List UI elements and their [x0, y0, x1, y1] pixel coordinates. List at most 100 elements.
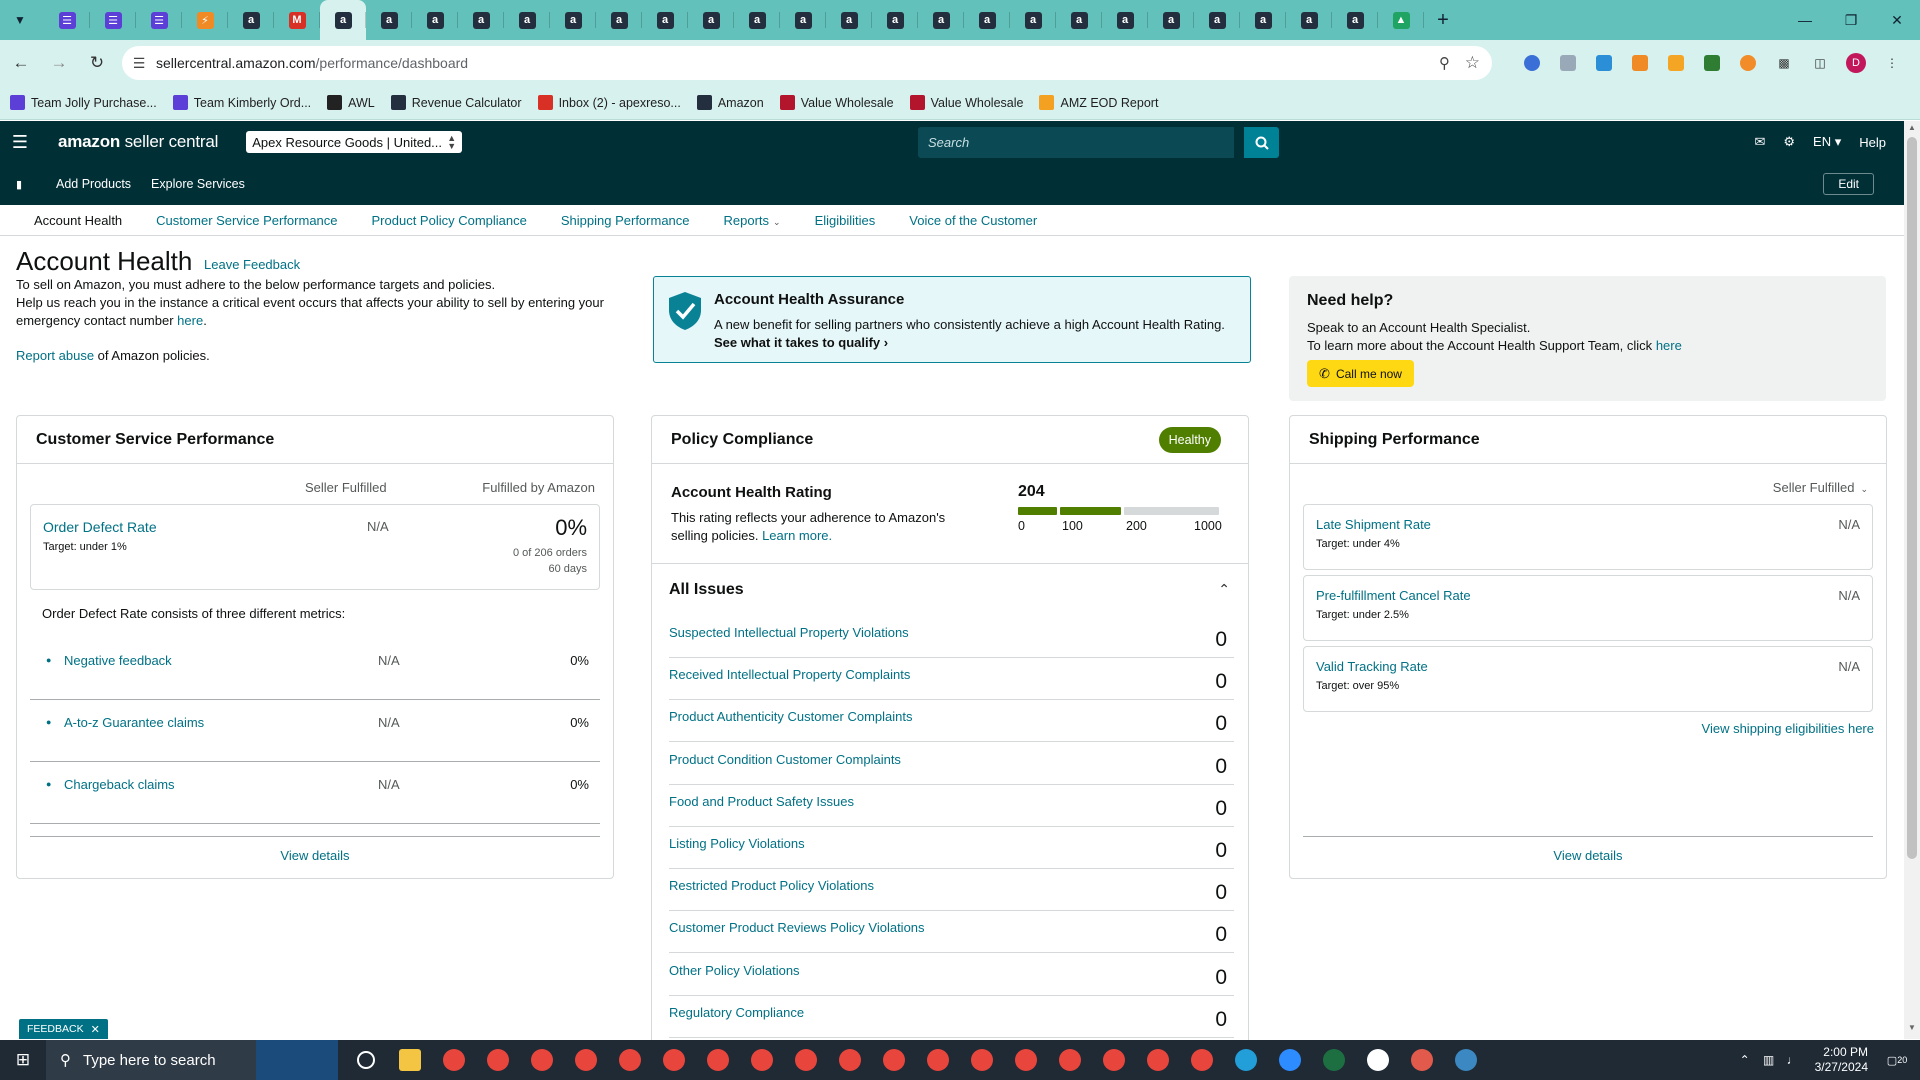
bookmark-star-icon[interactable]: ☆ [1465, 53, 1480, 73]
reload-icon[interactable]: ↻ [80, 46, 114, 80]
issue-link[interactable]: Other Policy Violations [669, 963, 800, 978]
taskbar-app-icon[interactable] [740, 1040, 784, 1080]
bookmark-item[interactable]: Value Wholesale [909, 95, 1023, 110]
shipping-metric-link[interactable]: Pre-fulfillment Cancel Rate [1316, 588, 1471, 603]
shipping-metric-link[interactable]: Valid Tracking Rate [1316, 659, 1428, 674]
taskbar-app-icon[interactable] [784, 1040, 828, 1080]
browser-tab[interactable]: ☰ [44, 0, 90, 40]
issue-link[interactable]: Restricted Product Policy Violations [669, 878, 874, 893]
browser-tab[interactable]: a [642, 0, 688, 40]
tab-customer-service-performance[interactable]: Customer Service Performance [156, 213, 337, 228]
taskbar-app-icon[interactable] [1356, 1040, 1400, 1080]
taskbar-app-icon[interactable] [916, 1040, 960, 1080]
metric-link[interactable]: Chargeback claims [64, 777, 175, 792]
taskbar-app-icon[interactable] [1048, 1040, 1092, 1080]
bookmark-item[interactable]: Amazon [696, 95, 764, 110]
extension-icon[interactable] [1694, 46, 1730, 80]
order-defect-rate-link[interactable]: Order Defect Rate [43, 519, 157, 535]
metric-link[interactable]: A-to-z Guarantee claims [64, 715, 204, 730]
support-team-link[interactable]: here [1656, 338, 1682, 353]
taskbar-app-icon[interactable] [1136, 1040, 1180, 1080]
help-link[interactable]: Help [1859, 135, 1886, 150]
browser-menu-icon[interactable]: ⋮ [1874, 46, 1910, 80]
taskbar-app-icon[interactable] [564, 1040, 608, 1080]
tab-reports[interactable]: Reports ⌄ [724, 213, 781, 228]
bookmark-item[interactable]: AMZ EOD Report [1039, 95, 1158, 110]
sp-view-details-link[interactable]: View details [1303, 836, 1873, 863]
tab-product-policy-compliance[interactable]: Product Policy Compliance [372, 213, 527, 228]
metric-link[interactable]: Negative feedback [64, 653, 172, 668]
explore-services-link[interactable]: Explore Services [151, 177, 245, 191]
csp-view-details-link[interactable]: View details [30, 836, 600, 863]
tray-icon[interactable]: ⌃ [1733, 1053, 1757, 1067]
extension-icon[interactable] [1550, 46, 1586, 80]
learn-more-link[interactable]: Learn more. [762, 528, 832, 543]
qualify-link[interactable]: See what it takes to qualify › [714, 335, 888, 350]
browser-tab[interactable]: a [964, 0, 1010, 40]
browser-tab[interactable]: M [274, 0, 320, 40]
seller-central-logo[interactable]: amazon seller central [58, 132, 218, 152]
new-tab-button[interactable]: + [1428, 5, 1458, 35]
tab-account-health[interactable]: Account Health [34, 213, 122, 228]
extension-icon[interactable] [1658, 46, 1694, 80]
browser-tab[interactable]: ☰ [136, 0, 182, 40]
taskbar-app-icon[interactable] [696, 1040, 740, 1080]
taskbar-app-icon[interactable] [1268, 1040, 1312, 1080]
browser-tab[interactable]: a [1194, 0, 1240, 40]
edit-button[interactable]: Edit [1823, 173, 1874, 195]
issue-link[interactable]: Food and Product Safety Issues [669, 794, 854, 809]
leave-feedback-link[interactable]: Leave Feedback [204, 257, 300, 272]
browser-tab[interactable]: a [596, 0, 642, 40]
browser-tab[interactable]: a [504, 0, 550, 40]
browser-tab[interactable]: a [688, 0, 734, 40]
back-icon[interactable]: ← [4, 46, 38, 80]
issue-link[interactable]: Suspected Intellectual Property Violatio… [669, 625, 909, 640]
browser-tab[interactable]: a [826, 0, 872, 40]
bookmark-item[interactable]: AWL [327, 95, 375, 110]
clock[interactable]: 2:00 PM 3/27/2024 [1815, 1045, 1868, 1075]
issue-link[interactable]: Regulatory Compliance [669, 1005, 804, 1020]
taskbar-app-icon[interactable] [388, 1040, 432, 1080]
close-window-icon[interactable]: ✕ [1874, 0, 1920, 40]
zoom-icon[interactable]: ⚲ [1439, 54, 1450, 72]
emergency-contact-link[interactable]: here [177, 313, 203, 328]
taskbar-app-icon[interactable] [1400, 1040, 1444, 1080]
taskbar-app-icon[interactable] [608, 1040, 652, 1080]
browser-tab[interactable]: a [228, 0, 274, 40]
issue-link[interactable]: Listing Policy Violations [669, 836, 805, 851]
taskbar-app-icon[interactable] [960, 1040, 1004, 1080]
browser-tab[interactable]: a [366, 0, 412, 40]
add-products-link[interactable]: Add Products [56, 177, 131, 191]
call-me-now-button[interactable]: ✆ Call me now [1307, 360, 1414, 387]
taskbar-search-input[interactable]: ⚲ Type here to search [46, 1040, 256, 1080]
shipping-metric-link[interactable]: Late Shipment Rate [1316, 517, 1431, 532]
all-issues-header[interactable]: All Issues ⌃ [652, 565, 1248, 615]
browser-tab[interactable]: a [734, 0, 780, 40]
scroll-up-icon[interactable]: ▲ [1904, 123, 1920, 137]
taskbar-app-icon[interactable] [1444, 1040, 1488, 1080]
report-abuse-link[interactable]: Report abuse [16, 348, 94, 363]
side-panel-icon[interactable]: ◫ [1802, 46, 1838, 80]
extension-icon[interactable] [1586, 46, 1622, 80]
browser-tab[interactable]: a [1332, 0, 1378, 40]
taskbar-app-icon[interactable] [828, 1040, 872, 1080]
profile-avatar[interactable]: D [1838, 46, 1874, 80]
taskbar-app-icon[interactable] [1092, 1040, 1136, 1080]
tab-voice-of-the-customer[interactable]: Voice of the Customer [909, 213, 1037, 228]
issue-link[interactable]: Received Intellectual Property Complaint… [669, 667, 910, 682]
extensions-puzzle-icon[interactable]: ▩ [1766, 46, 1802, 80]
browser-tab[interactable]: a [412, 0, 458, 40]
browser-tab[interactable]: ☰ [90, 0, 136, 40]
browser-tab[interactable]: ▲ [1378, 0, 1424, 40]
browser-tab[interactable]: a [458, 0, 504, 40]
shipping-eligibilities-link[interactable]: View shipping eligibilities here [1702, 721, 1874, 736]
hamburger-menu-icon[interactable]: ☰ [0, 132, 40, 153]
taskbar-app-icon[interactable] [1312, 1040, 1356, 1080]
scroll-down-icon[interactable]: ▼ [1904, 1023, 1920, 1037]
browser-tab[interactable]: ⚡ [182, 0, 228, 40]
address-bar[interactable]: ☰ sellercentral.amazon.com/performance/d… [122, 46, 1492, 80]
browser-tab[interactable]: a [918, 0, 964, 40]
task-view-icon[interactable] [344, 1040, 388, 1080]
bookmark-icon[interactable]: ▮ [16, 178, 26, 191]
taskbar-app-icon[interactable] [652, 1040, 696, 1080]
